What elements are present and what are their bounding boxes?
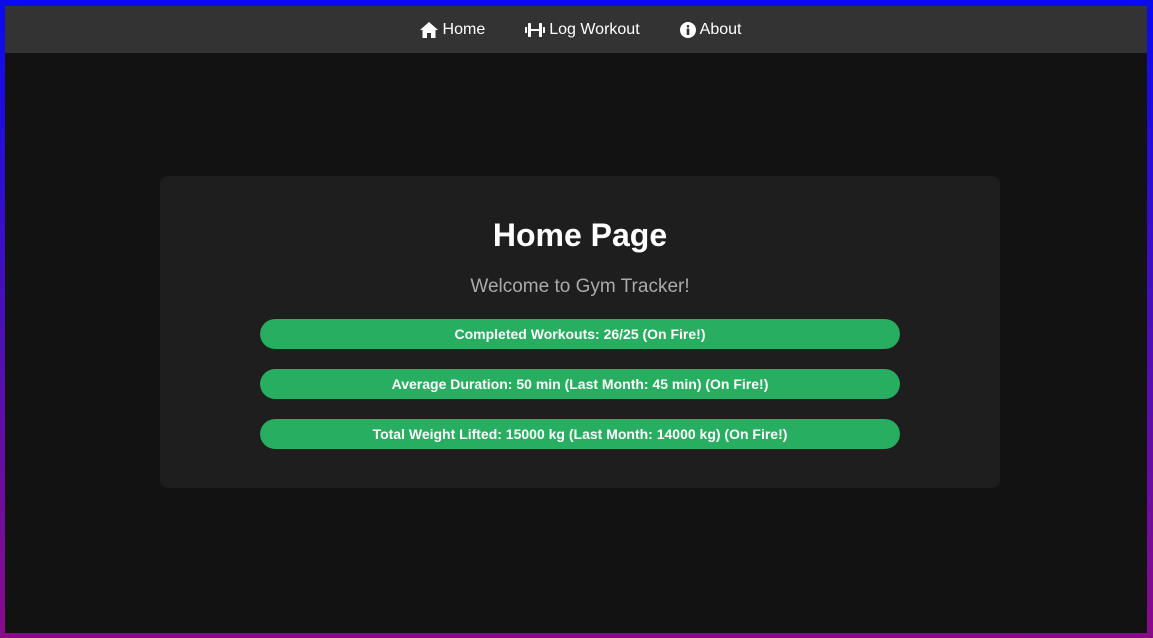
completed-workouts-progress: Completed Workouts: 26/25 (On Fire!) xyxy=(260,319,900,349)
average-duration-progress: Average Duration: 50 min (Last Month: 45… xyxy=(260,369,900,399)
nav-about-label: About xyxy=(699,20,742,38)
page-title: Home Page xyxy=(492,217,668,253)
home-card: Home Page Welcome to Gym Tracker! Comple… xyxy=(160,176,1000,488)
progress-label: Completed Workouts: 26/25 (On Fire!) xyxy=(454,326,706,342)
progress-list: Completed Workouts: 26/25 (On Fire!) Ave… xyxy=(260,319,900,449)
app-frame: Home Log Workout About Home Page Welcome… xyxy=(5,6,1147,633)
nav-home-link[interactable]: Home xyxy=(419,20,486,39)
progress-label: Total Weight Lifted: 15000 kg (Last Mont… xyxy=(372,426,788,442)
nav-home-label: Home xyxy=(442,20,486,38)
progress-label: Average Duration: 50 min (Last Month: 45… xyxy=(391,376,769,392)
nav-about-link[interactable]: About xyxy=(679,20,742,39)
dumbbell-icon xyxy=(525,22,546,38)
info-icon xyxy=(679,21,696,38)
nav-log-workout-label: Log Workout xyxy=(549,20,640,38)
nav-log-workout-link[interactable]: Log Workout xyxy=(525,20,640,39)
navbar: Home Log Workout About xyxy=(5,6,1147,53)
welcome-subtitle: Welcome to Gym Tracker! xyxy=(470,276,690,297)
home-icon xyxy=(419,21,439,39)
total-weight-progress: Total Weight Lifted: 15000 kg (Last Mont… xyxy=(260,419,900,449)
